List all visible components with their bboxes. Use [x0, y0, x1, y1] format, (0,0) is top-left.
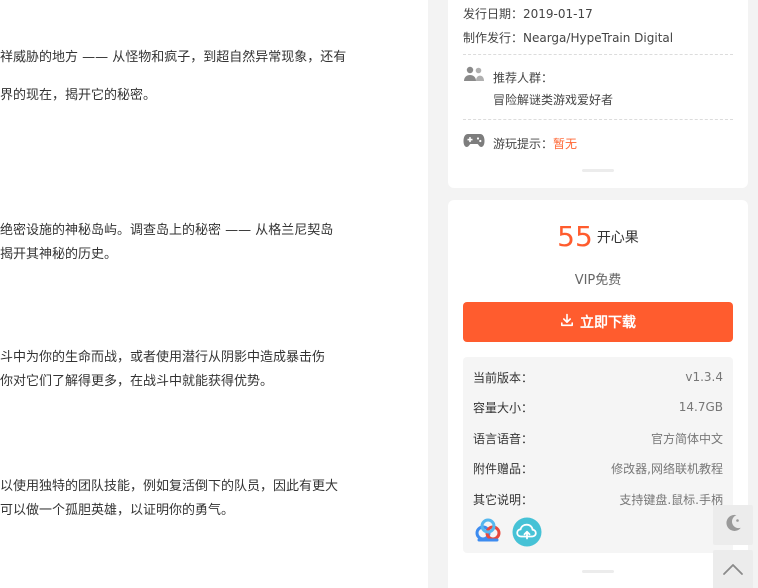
info-value: 14.7GB: [678, 400, 723, 414]
info-key: 其它说明：: [473, 492, 534, 507]
cloud-upload-icon[interactable]: [512, 517, 542, 547]
cloud-share-icon[interactable]: [473, 517, 503, 547]
moon-icon: [722, 512, 744, 538]
article-body: 祥威胁的地方 —— 从怪物和疯子，到超自然异常现象，还有 界的现在，揭开它的秘密…: [0, 0, 428, 588]
chevron-up-icon: [722, 561, 744, 580]
card-handle: [582, 169, 614, 172]
card-handle: [582, 570, 614, 573]
price-row: 55 开心果: [448, 220, 748, 253]
gamepad-icon: [463, 132, 485, 152]
info-value: v1.3.4: [685, 370, 723, 384]
vip-label: VIP免费: [574, 273, 622, 288]
audience-label: 推荐人群：: [493, 71, 554, 85]
info-key: 语言语音：: [473, 431, 534, 446]
article-paragraph-line: 可以做一个孤胆英雄，以证明你的勇气。: [0, 503, 235, 518]
info-key: 当前版本：: [473, 370, 534, 385]
info-key: 附件赠品：: [473, 461, 534, 476]
release-date: 发行日期：2019-01-17: [463, 7, 593, 21]
info-table: 当前版本： v1.3.4 容量大小： 14.7GB 语言语音： 官方简体中文 附…: [463, 357, 733, 553]
info-value: 支持键盘.鼠标.手柄: [619, 492, 723, 507]
info-row: 其它说明： 支持键盘.鼠标.手柄: [473, 489, 723, 509]
info-key: 容量大小：: [473, 400, 534, 415]
article-paragraph-line: 界的现在，揭开它的秘密。: [0, 88, 157, 103]
audience-value: 冒险解谜类游戏爱好者: [493, 93, 614, 107]
users-icon: [463, 66, 485, 86]
price-value: 55: [557, 220, 593, 253]
article-paragraph-line: 祥威胁的地方 —— 从怪物和疯子，到超自然异常现象，还有: [0, 50, 347, 65]
hint-value: 暂无: [553, 137, 578, 151]
info-value: 修改器,网络联机教程: [611, 461, 723, 476]
article-paragraph-line: 你对它们了解得更多，在战斗中就能获得优势。: [0, 374, 274, 389]
download-button-label: 立即下载: [580, 315, 636, 331]
info-row: 当前版本： v1.3.4: [473, 367, 723, 387]
night-mode-button[interactable]: [713, 505, 753, 545]
article-paragraph-line: 绝密设施的神秘岛屿。调查岛上的秘密 —— 从格兰尼契岛: [0, 223, 334, 238]
divider: [463, 54, 733, 55]
hint-label-text: 游玩提示：: [493, 137, 554, 151]
article-paragraph-line: 以使用独特的团队技能，例如复活倒下的队员，因此有更大: [0, 479, 339, 494]
download-button[interactable]: 立即下载: [463, 302, 733, 342]
info-value: 官方简体中文: [650, 431, 723, 446]
download-icon: [560, 313, 580, 331]
article-paragraph-line: 揭开其神秘的历史。: [0, 247, 118, 262]
info-row: 附件赠品： 修改器,网络联机教程: [473, 458, 723, 478]
sidebar: 发行日期：2019-01-17 制作发行：Nearga/HypeTrain Di…: [428, 0, 758, 588]
divider: [463, 119, 733, 120]
hint-label: 游玩提示：暂无: [493, 135, 577, 152]
download-card: 55 开心果 VIP免费 立即下载 当前版本： v1.3.4 容量大小： 14.7…: [448, 200, 748, 588]
game-info-card: 发行日期：2019-01-17 制作发行：Nearga/HypeTrain Di…: [448, 0, 748, 188]
publisher: 制作发行：Nearga/HypeTrain Digital: [463, 31, 674, 45]
info-row: 容量大小： 14.7GB: [473, 397, 723, 417]
info-row: 语言语音： 官方简体中文: [473, 428, 723, 448]
back-to-top-button[interactable]: [713, 550, 753, 588]
article-paragraph-line: 斗中为你的生命而战，或者使用潜行从阴影中造成暴击伤: [0, 350, 326, 365]
price-unit: 开心果: [596, 229, 639, 246]
